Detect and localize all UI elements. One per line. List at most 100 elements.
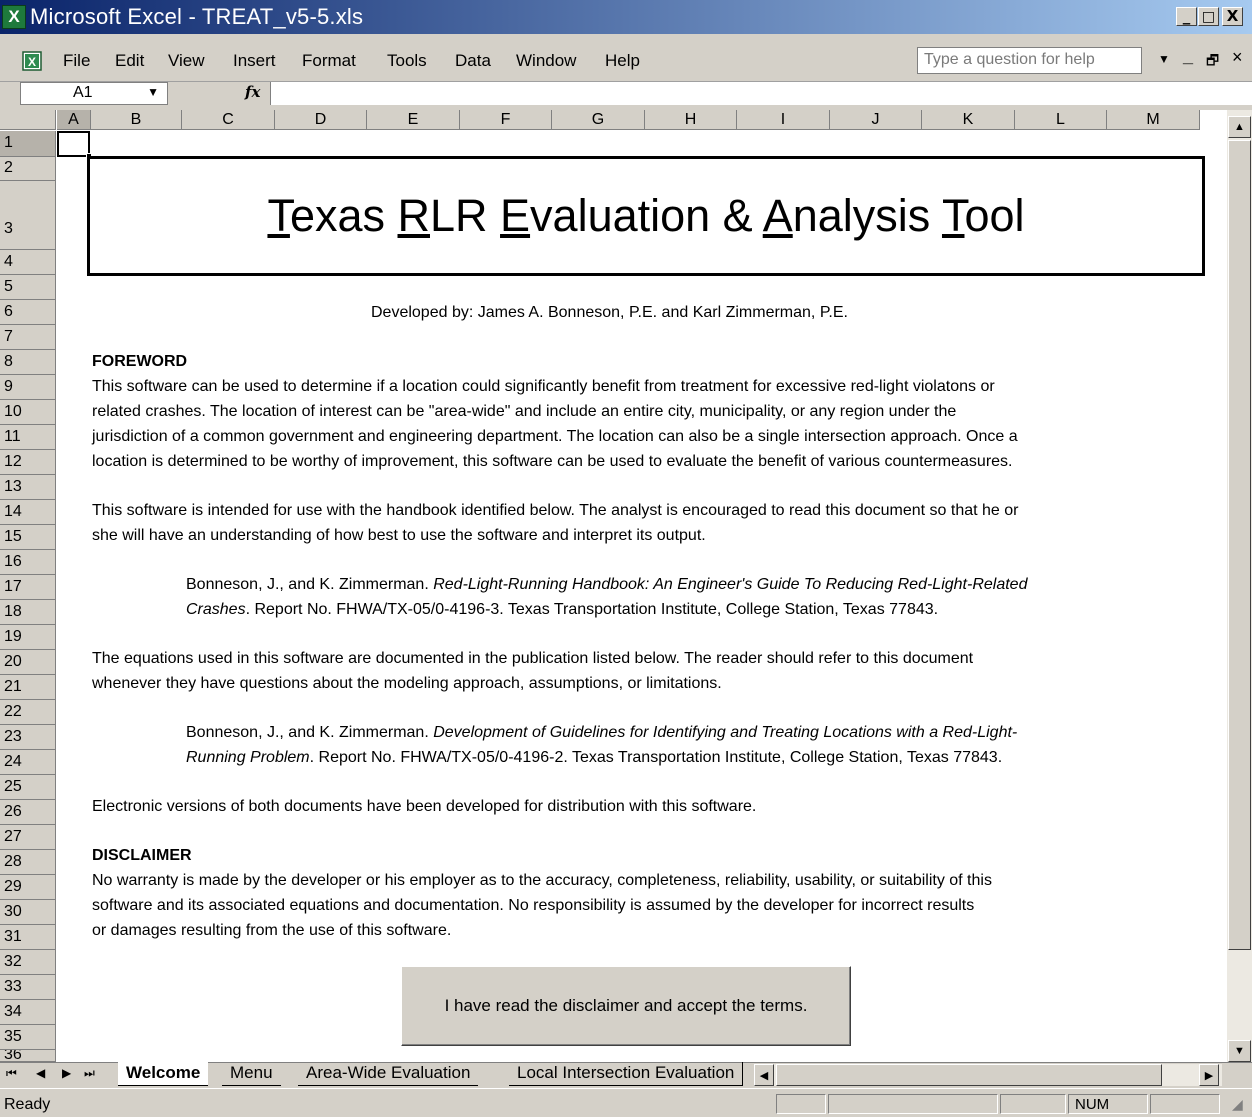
close-button[interactable]: X (1222, 7, 1243, 26)
menu-format[interactable]: Format (302, 51, 356, 71)
doc-close-button[interactable]: × (1232, 47, 1243, 68)
row-header-33[interactable]: 33 (0, 975, 56, 1000)
scroll-down-icon[interactable]: ▼ (1228, 1040, 1251, 1062)
foreword-line: This software can be used to determine i… (92, 378, 995, 395)
first-sheet-icon[interactable]: ⏮ (6, 1066, 17, 1081)
row-header-25[interactable]: 25 (0, 775, 56, 800)
row-header-16[interactable]: 16 (0, 550, 56, 575)
row-header-7[interactable]: 7 (0, 325, 56, 350)
column-header-m[interactable]: M (1107, 110, 1200, 130)
disclaimer-line: or damages resulting from the use of thi… (92, 922, 452, 939)
row-header-6[interactable]: 6 (0, 300, 56, 325)
row-header-12[interactable]: 12 (0, 450, 56, 475)
row-header-31[interactable]: 31 (0, 925, 56, 950)
excel-icon[interactable]: X (2, 5, 26, 29)
tab-area-wide-evaluation[interactable]: Area-Wide Evaluation (298, 1062, 479, 1086)
row-header-23[interactable]: 23 (0, 725, 56, 750)
row-header-19[interactable]: 19 (0, 625, 56, 650)
column-header-l[interactable]: L (1015, 110, 1107, 130)
row-header-22[interactable]: 22 (0, 700, 56, 725)
menu-help[interactable]: Help (605, 51, 640, 71)
foreword-line: jurisdiction of a common government and … (92, 428, 1018, 445)
disclaimer-line: No warranty is made by the developer or … (92, 872, 992, 889)
name-box-value: A1 (73, 84, 93, 101)
scroll-left-icon[interactable]: ◀ (754, 1064, 774, 1086)
last-sheet-icon[interactable]: ⏭ (84, 1066, 95, 1081)
column-header-i[interactable]: I (737, 110, 830, 130)
row-header-27[interactable]: 27 (0, 825, 56, 850)
row-header-29[interactable]: 29 (0, 875, 56, 900)
menu-view[interactable]: View (168, 51, 205, 71)
row-header-3[interactable]: 3 (0, 181, 56, 250)
row-header-36[interactable]: 36 (0, 1050, 56, 1062)
row-header-13[interactable]: 13 (0, 475, 56, 500)
window-title: Microsoft Excel - TREAT_v5-5.xls (30, 4, 364, 29)
formula-input[interactable] (270, 82, 1252, 105)
row-header-4[interactable]: 4 (0, 250, 56, 275)
tab-menu[interactable]: Menu (222, 1062, 281, 1086)
row-header-5[interactable]: 5 (0, 275, 56, 300)
select-all-corner[interactable] (0, 110, 56, 130)
row-header-21[interactable]: 21 (0, 675, 56, 700)
minimize-button[interactable]: _ (1176, 7, 1197, 26)
row-header-17[interactable]: 17 (0, 575, 56, 600)
menu-data[interactable]: Data (455, 51, 491, 71)
menu-insert[interactable]: Insert (233, 51, 276, 71)
row-header-10[interactable]: 10 (0, 400, 56, 425)
prev-sheet-icon[interactable]: ◀ (36, 1066, 45, 1080)
row-header-2[interactable]: 2 (0, 157, 56, 181)
help-dropdown-icon[interactable]: ▼ (1158, 52, 1170, 66)
tab-welcome[interactable]: Welcome (118, 1062, 209, 1086)
status-panel (776, 1094, 826, 1114)
next-sheet-icon[interactable]: ▶ (62, 1066, 71, 1080)
row-header-11[interactable]: 11 (0, 425, 56, 450)
column-header-g[interactable]: G (552, 110, 645, 130)
column-header-e[interactable]: E (367, 110, 460, 130)
num-lock-indicator: NUM (1075, 1096, 1110, 1113)
row-header-35[interactable]: 35 (0, 1025, 56, 1050)
menu-window[interactable]: Window (516, 51, 576, 71)
row-header-18[interactable]: 18 (0, 600, 56, 625)
vertical-scroll-thumb[interactable] (1228, 140, 1251, 950)
column-header-h[interactable]: H (645, 110, 737, 130)
reference-1: Bonneson, J., and K. Zimmerman. Red-Ligh… (186, 576, 1028, 593)
row-header-15[interactable]: 15 (0, 525, 56, 550)
doc-restore-button[interactable]: 🗗 (1206, 50, 1219, 74)
resize-grip-icon[interactable]: ◢ (1232, 1096, 1243, 1113)
row-header-1[interactable]: 1 (0, 131, 56, 157)
row-header-30[interactable]: 30 (0, 900, 56, 925)
fx-icon[interactable]: fx (245, 83, 260, 101)
doc-minimize-button[interactable]: _ (1183, 46, 1193, 67)
column-header-b[interactable]: B (91, 110, 182, 130)
row-header-34[interactable]: 34 (0, 1000, 56, 1025)
row-header-20[interactable]: 20 (0, 650, 56, 675)
scroll-up-icon[interactable]: ▲ (1228, 116, 1251, 138)
column-header-a[interactable]: A (57, 110, 91, 130)
horizontal-scroll-thumb[interactable] (776, 1064, 1162, 1086)
active-cell-a1[interactable] (57, 131, 92, 159)
column-header-k[interactable]: K (922, 110, 1015, 130)
row-header-24[interactable]: 24 (0, 750, 56, 775)
restore-button[interactable]: □ (1198, 7, 1219, 26)
row-header-14[interactable]: 14 (0, 500, 56, 525)
row-header-28[interactable]: 28 (0, 850, 56, 875)
accept-terms-button[interactable]: I have read the disclaimer and accept th… (401, 966, 851, 1046)
column-header-j[interactable]: J (830, 110, 922, 130)
name-box[interactable]: A1 ▼ (20, 82, 168, 105)
column-header-d[interactable]: D (275, 110, 367, 130)
row-header-32[interactable]: 32 (0, 950, 56, 975)
row-header-9[interactable]: 9 (0, 375, 56, 400)
name-box-dropdown-icon[interactable]: ▼ (147, 85, 159, 99)
help-search-input[interactable]: Type a question for help (917, 47, 1142, 74)
menu-file[interactable]: File (63, 51, 90, 71)
column-header-c[interactable]: C (182, 110, 275, 130)
menu-tools[interactable]: Tools (387, 51, 427, 71)
tab-local-intersection-evaluation[interactable]: Local Intersection Evaluation (509, 1062, 744, 1086)
column-header-f[interactable]: F (460, 110, 552, 130)
row-header-8[interactable]: 8 (0, 350, 56, 375)
menu-edit[interactable]: Edit (115, 51, 144, 71)
workbook-icon[interactable]: X (21, 50, 43, 72)
reference-1-cont: Crashes. Report No. FHWA/TX-05/0-4196-3.… (186, 601, 939, 618)
scroll-right-icon[interactable]: ▶ (1199, 1064, 1219, 1086)
row-header-26[interactable]: 26 (0, 800, 56, 825)
